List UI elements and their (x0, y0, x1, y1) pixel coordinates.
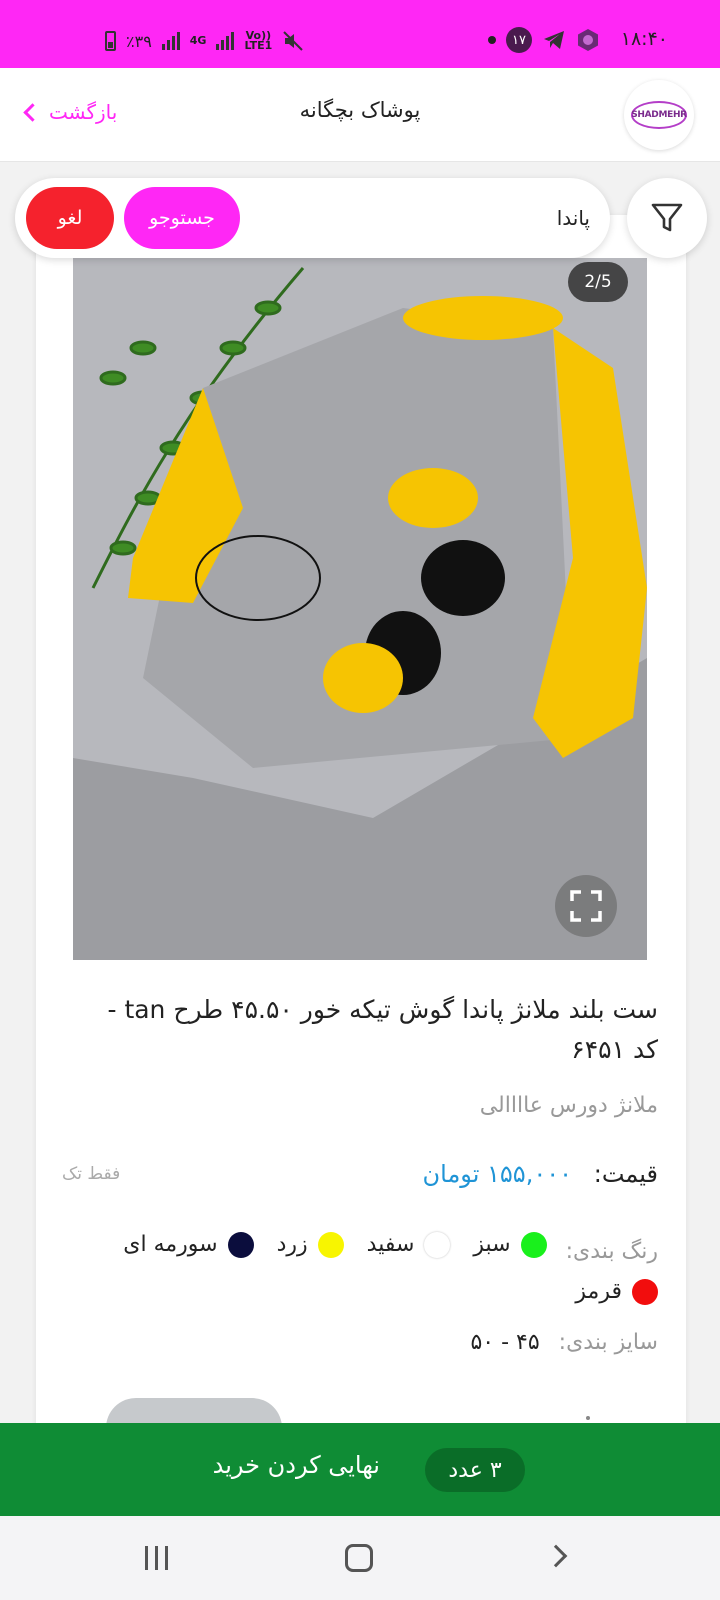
status-left-icons: ٪۳۹ 4G Vo)) LTE1 (105, 30, 304, 52)
color-swatch (520, 1232, 547, 1258)
color-swatch (317, 1232, 344, 1258)
notification-dot (488, 36, 496, 44)
cart-count-badge: ۳ عدد (425, 1448, 525, 1492)
app-hex-icon (578, 29, 598, 51)
notification-badge: ۱۷ (506, 27, 532, 53)
status-right-icons: ۱۷ (488, 27, 600, 53)
product-title: ست بلند ملانژ پاندا گوش تیکه خور ۴۵.۵۰ ط… (107, 995, 658, 1064)
colors-label: رنگ بندی: (565, 1239, 658, 1264)
brand-logo[interactable]: SHADMEHR (624, 80, 694, 150)
fullscreen-button[interactable] (555, 875, 617, 937)
color-name: زرد (276, 1232, 308, 1257)
signal-icon-2 (216, 32, 235, 50)
sizes-label: سایز بندی: (558, 1330, 658, 1355)
single-only-note: فقط تک (62, 1164, 121, 1184)
logo-text: SHADMEHR (631, 101, 687, 129)
status-bar: ٪۳۹ 4G Vo)) LTE1 ۱۷ ۱۸:۴۰ (0, 0, 720, 68)
volte-label: Vo)) LTE1 (244, 29, 273, 52)
page-title: پوشاک بچگانه (299, 98, 421, 122)
system-nav-bar (0, 1516, 720, 1600)
recents-button[interactable] (145, 1546, 168, 1570)
expand-icon (570, 890, 602, 922)
app-header: بازگشت پوشاک بچگانه SHADMEHR (0, 68, 720, 162)
color-option: قرمز (575, 1272, 658, 1312)
clock: ۱۸:۴۰ (620, 28, 668, 50)
color-name: سفید (366, 1232, 415, 1257)
checkout-label: نهایی کردن خرید (212, 1451, 380, 1479)
color-option: سورمه ای (123, 1225, 254, 1265)
back-nav-button[interactable] (544, 1544, 568, 1568)
filter-icon (651, 203, 683, 232)
price-row: قیمت: ۱۵۵,۰۰۰ تومان فقط تک (62, 1160, 658, 1196)
sizes-value: ۴۵ - ۵۰ (470, 1330, 540, 1355)
price-label: قیمت: (593, 1160, 658, 1188)
mute-icon (283, 31, 304, 51)
color-name: سبز (473, 1232, 511, 1257)
color-options: رنگ بندی: سبز سفید زرد سورمه ای قرمز (90, 1225, 658, 1319)
color-option: سبز (473, 1225, 547, 1265)
battery-percent: ٪۳۹ (126, 31, 152, 51)
color-swatch (632, 1279, 658, 1305)
product-photo (73, 258, 647, 960)
battery-icon (105, 31, 116, 51)
search-input[interactable] (290, 198, 590, 238)
color-name: قرمز (575, 1279, 622, 1304)
size-options: سایز بندی: ۴۵ - ۵۰ (90, 1330, 658, 1355)
divider-dot (586, 1416, 590, 1420)
filter-button[interactable] (627, 178, 707, 258)
product-image[interactable] (73, 258, 647, 960)
search-button[interactable]: جستوجو (124, 187, 240, 249)
app-screen: ٪۳۹ 4G Vo)) LTE1 ۱۷ ۱۸:۴۰ بازگشت پوشاک ب… (0, 0, 720, 1600)
image-counter: 2/5 (568, 262, 628, 302)
search-bar: جستوجو لغو (15, 178, 610, 258)
color-option: زرد (277, 1225, 344, 1265)
product-fabric: ملانژ دورس عاااالی (479, 1093, 658, 1118)
color-swatch (424, 1232, 451, 1258)
color-option: سفید (367, 1225, 451, 1265)
color-name: سورمه ای (123, 1232, 218, 1257)
price-value: ۱۵۵,۰۰۰ تومان (422, 1160, 572, 1188)
checkout-button[interactable]: ۳ عدد نهایی کردن خرید (0, 1423, 720, 1516)
network-4g-label: 4G (189, 34, 207, 47)
telegram-icon (544, 31, 564, 49)
home-button[interactable] (345, 1544, 373, 1572)
color-swatch (227, 1232, 254, 1258)
signal-icon (161, 32, 180, 50)
cancel-button[interactable]: لغو (26, 187, 114, 249)
